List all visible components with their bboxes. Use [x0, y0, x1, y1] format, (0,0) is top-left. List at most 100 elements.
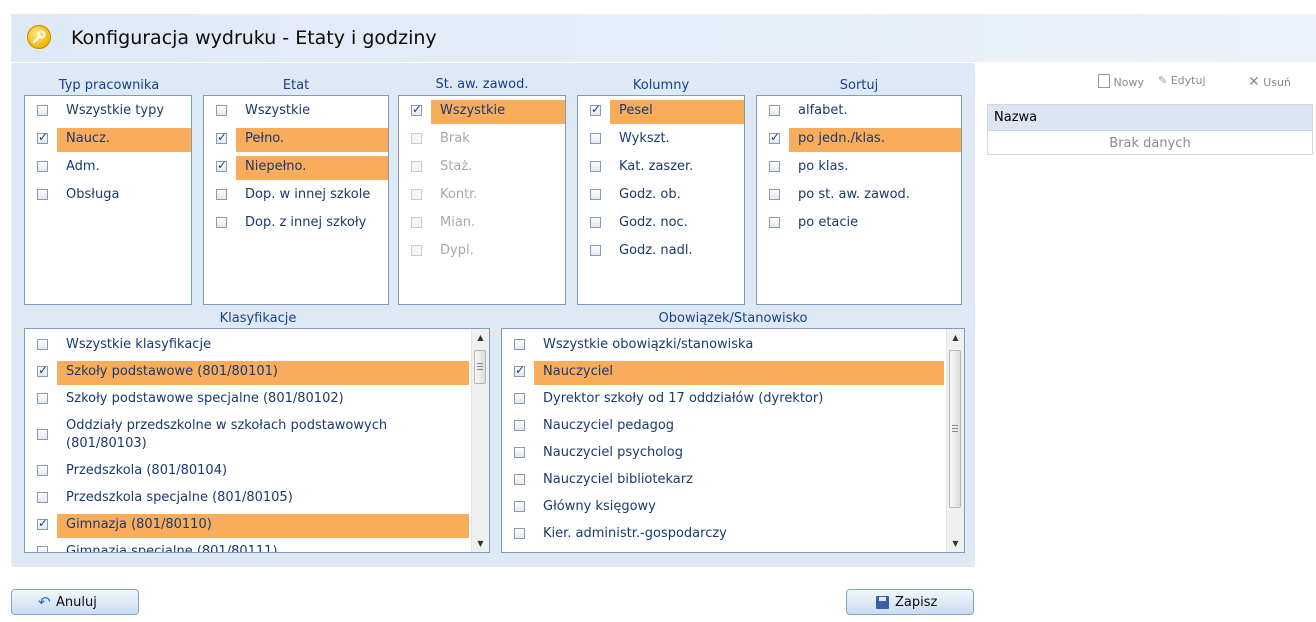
list-item[interactable]: alfabet. — [757, 100, 961, 124]
klasyfikacje-list[interactable]: Wszystkie klasyfikacje Szkoły podstawowe … — [24, 328, 490, 553]
list-item[interactable]: Przedszkola specjalne (801/80105) — [25, 487, 469, 511]
list-item[interactable]: Wszystkie — [204, 100, 388, 124]
list-item[interactable]: Wszystkie typy — [25, 100, 191, 124]
checkbox[interactable] — [216, 189, 227, 200]
list-item[interactable]: Gimnazja specjalne (801/80111) — [25, 541, 469, 552]
list-item[interactable]: Nauczyciel pedagog — [502, 415, 944, 439]
checkbox[interactable] — [37, 546, 48, 552]
checkbox[interactable] — [411, 102, 422, 116]
scroll-down-icon[interactable]: ▼ — [947, 535, 964, 552]
checkbox[interactable] — [590, 217, 601, 228]
checkbox[interactable] — [37, 130, 48, 144]
checkbox[interactable] — [514, 393, 525, 404]
checkbox[interactable] — [514, 447, 525, 458]
list-item[interactable]: po etacie — [757, 212, 961, 236]
checkbox[interactable] — [37, 161, 48, 172]
checkbox[interactable] — [37, 363, 48, 377]
checkbox[interactable] — [514, 528, 525, 539]
checkbox[interactable] — [37, 492, 48, 503]
checkbox[interactable] — [769, 161, 780, 172]
list-item[interactable]: Nauczyciel bibliotekarz — [502, 469, 944, 493]
list-item-label: Szkoły podstawowe (801/80101) — [66, 364, 278, 379]
scroll-down-icon[interactable]: ▼ — [472, 535, 489, 552]
checkbox[interactable] — [216, 158, 227, 172]
column-header-nazwa[interactable]: Nazwa — [994, 110, 1037, 125]
checkbox[interactable] — [216, 130, 227, 144]
list-item[interactable]: Szkoły podstawowe (801/80101) — [25, 361, 469, 385]
list-item[interactable]: Główny księgowy — [502, 496, 944, 520]
list-item[interactable]: Pełno. — [204, 128, 388, 152]
checkbox[interactable] — [37, 429, 48, 440]
cancel-button[interactable]: ↶ Anuluj — [11, 589, 139, 615]
delete-button[interactable]: ✕ Usuń — [1248, 74, 1291, 90]
list-item[interactable]: Niepełno. — [204, 156, 388, 180]
list-item[interactable]: Naucz. — [25, 128, 191, 152]
checkbox[interactable] — [37, 516, 48, 530]
list-item-label: Główny księgowy — [543, 499, 656, 514]
list-item[interactable]: po klas. — [757, 156, 961, 180]
scroll-thumb[interactable] — [474, 350, 486, 384]
obowiazek-list[interactable]: Wszystkie obowiązki/stanowiska Nauczyciel… — [501, 328, 965, 553]
checkbox[interactable] — [37, 393, 48, 404]
klasyfikacje-scrollbar[interactable]: ▲ ▼ — [471, 329, 489, 552]
checkbox[interactable] — [37, 339, 48, 350]
checkbox[interactable] — [216, 105, 227, 116]
scroll-up-icon[interactable]: ▲ — [472, 329, 489, 346]
checkbox[interactable] — [769, 130, 780, 144]
checkbox[interactable] — [769, 105, 780, 116]
checkbox[interactable] — [514, 339, 525, 350]
list-item[interactable]: Przedszkola (801/80104) — [25, 460, 469, 484]
list-item[interactable]: Kat. zaszer. — [578, 156, 744, 180]
obowiazek-scrollbar[interactable]: ▲ ▼ — [946, 329, 964, 552]
checkbox[interactable] — [514, 420, 525, 431]
list-item[interactable]: Dop. z innej szkoły — [204, 212, 388, 236]
list-item[interactable]: Szkoły podstawowe specjalne (801/80102) — [25, 388, 469, 412]
checkbox[interactable] — [216, 217, 227, 228]
list-item[interactable]: Godz. nadl. — [578, 240, 744, 264]
list-item[interactable]: Oddziały przedszkolne w szkołach podstaw… — [25, 415, 469, 457]
scroll-thumb[interactable] — [949, 350, 961, 508]
list-item[interactable]: Nauczyciel — [502, 361, 944, 385]
checkbox[interactable] — [514, 474, 525, 485]
scroll-up-icon[interactable]: ▲ — [947, 329, 964, 346]
group-etat: Wszystkie Pełno. Niepełno. Dop. w innej szk… — [203, 95, 389, 305]
list-item[interactable]: Adm. — [25, 156, 191, 180]
checkbox[interactable] — [590, 189, 601, 200]
list-item[interactable]: Wszystkie obowiązki/stanowiska — [502, 334, 944, 358]
list-item[interactable]: Dyrektor szkoły od 17 oddziałów (dyrekto… — [502, 388, 944, 412]
checkbox[interactable] — [37, 189, 48, 200]
checkbox[interactable] — [590, 133, 601, 144]
list-item-label: Godz. nadl. — [619, 243, 693, 258]
checkbox[interactable] — [514, 363, 525, 377]
list-item[interactable]: po jedn./klas. — [757, 128, 961, 152]
list-item[interactable]: Wykszt. — [578, 128, 744, 152]
list-item[interactable]: Kier. administr.-gospodarczy — [502, 523, 944, 547]
list-item-label: Adm. — [66, 159, 100, 174]
list-item[interactable]: Godz. noc. — [578, 212, 744, 236]
checkbox[interactable] — [590, 245, 601, 256]
checkbox[interactable] — [37, 465, 48, 476]
checkbox[interactable] — [769, 189, 780, 200]
list-item[interactable]: Dop. w innej szkole — [204, 184, 388, 208]
list-item-label: Godz. ob. — [619, 187, 681, 202]
checkbox[interactable] — [590, 102, 601, 116]
undo-icon: ↶ — [38, 593, 51, 611]
new-button[interactable]: Nowy — [1098, 74, 1144, 89]
list-item[interactable]: po st. aw. zawod. — [757, 184, 961, 208]
list-item[interactable]: Godz. ob. — [578, 184, 744, 208]
list-item[interactable]: Nauczyciel psycholog — [502, 442, 944, 466]
grid-header[interactable]: Nazwa — [988, 105, 1312, 131]
list-item-label: Brak — [440, 131, 470, 146]
edit-button[interactable]: ✎ Edytuj — [1158, 74, 1206, 87]
list-item[interactable]: Wszystkie klasyfikacje — [25, 334, 469, 358]
list-item: Staż. — [399, 156, 565, 180]
checkbox[interactable] — [769, 217, 780, 228]
checkbox[interactable] — [590, 161, 601, 172]
list-item[interactable]: Wszystkie — [399, 100, 565, 124]
save-button[interactable]: Zapisz — [846, 589, 974, 615]
list-item[interactable]: Obsługa — [25, 184, 191, 208]
list-item[interactable]: Gimnazja (801/80110) — [25, 514, 469, 538]
checkbox[interactable] — [37, 105, 48, 116]
checkbox[interactable] — [514, 501, 525, 512]
list-item[interactable]: Pesel — [578, 100, 744, 124]
